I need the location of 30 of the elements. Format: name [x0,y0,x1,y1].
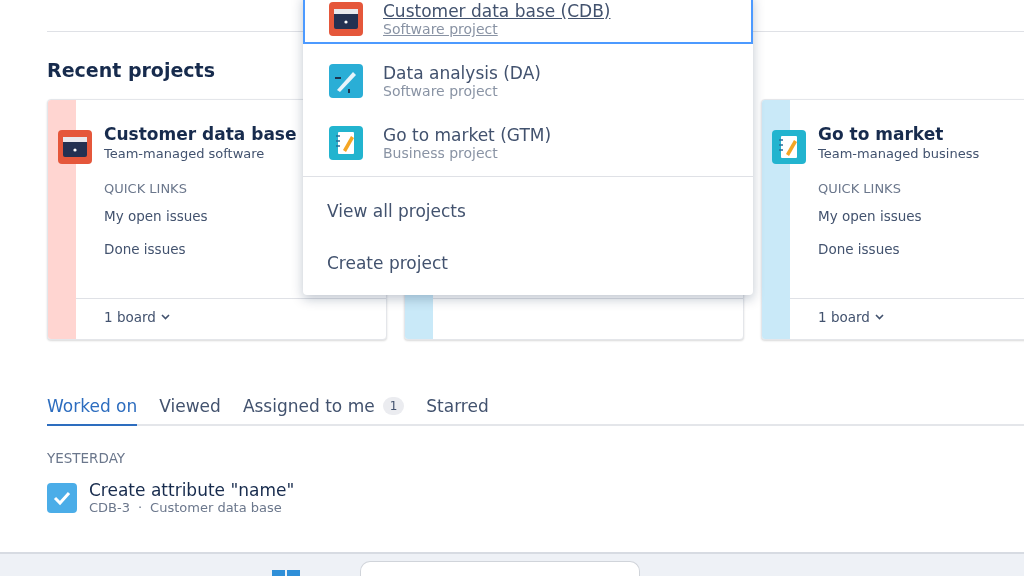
project-name[interactable]: Go to market [818,124,1024,144]
activity-tab[interactable]: Assigned to me 1 [242,392,405,426]
issue-title[interactable]: Create attribute "name" [89,480,295,500]
notebook-icon [772,130,806,164]
activity-tab[interactable]: Starred [426,392,489,426]
chevron-down-icon [874,314,884,320]
notebook-icon [329,126,363,160]
section-heading: Recent projects [47,59,215,81]
issue-key: CDB-3 [89,500,130,515]
quick-link[interactable]: Done issues [818,241,1024,257]
boards-dropdown[interactable]: 1 board [104,309,170,325]
windows-start-icon[interactable] [272,570,300,576]
taskbar-search-field[interactable] [360,561,640,576]
quick-links-label: QUICK LINKS [104,181,188,196]
project-menu-item[interactable]: Customer data base (CDB) Software project [303,0,753,44]
project-card[interactable]: Go to market Team-managed business QUICK LINKS My open issues Done issues 1 board [761,99,1024,340]
activity-tab[interactable]: Worked on [47,392,138,426]
group-label: YESTERDAY [47,450,127,466]
database-icon [58,130,92,164]
project-type: Team-managed business [818,146,981,161]
project-type: Team-managed software [104,146,266,161]
issue-project: Customer data base [150,500,282,515]
boards-dropdown[interactable]: 1 board [818,309,884,325]
task-checkbox-icon [47,482,77,513]
count-badge: 1 [382,397,405,415]
quick-links-label: QUICK LINKS [818,181,902,196]
chevron-down-icon [160,314,170,320]
quick-link[interactable]: My open issues [818,208,1024,224]
separator-dot: · [137,500,143,515]
activity-tab[interactable]: Viewed [159,392,221,426]
